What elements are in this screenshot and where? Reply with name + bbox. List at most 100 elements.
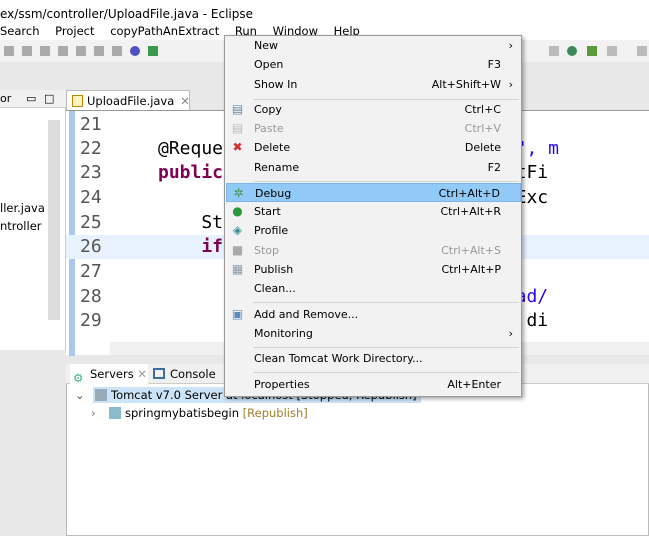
- menu-item-shortcut: F2: [487, 161, 501, 174]
- context-menu: New › Open F3 Show In Alt+Shift+W › ▤ Copy Ctrl+C…: [224, 35, 522, 397]
- tab-label: or: [0, 92, 12, 105]
- menu-item-label: Monitoring: [254, 327, 313, 340]
- menu-project[interactable]: Project: [55, 24, 94, 38]
- stop-icon: ■: [231, 243, 244, 257]
- menu-item-properties[interactable]: Properties Alt+Enter: [226, 375, 521, 394]
- tab-uploadfile[interactable]: UploadFile.java ✕: [66, 90, 190, 110]
- menu-item-start[interactable]: ● Start Ctrl+Alt+R: [226, 202, 521, 221]
- menu-item-label: Clean...: [254, 282, 296, 295]
- menu-item-label: Paste: [254, 122, 284, 135]
- tab-servers[interactable]: ⚙ Servers ✕: [70, 364, 148, 385]
- scrollbar[interactable]: [48, 120, 60, 320]
- menu-item-label: Clean Tomcat Work Directory...: [254, 352, 423, 365]
- module-label: springmybatisbegin: [125, 406, 240, 420]
- tab-console[interactable]: Console: [150, 364, 216, 384]
- copy-icon: ▤: [231, 102, 244, 116]
- menu-item-monitoring[interactable]: Monitoring ›: [226, 324, 521, 343]
- expand-chevron-icon[interactable]: ›: [91, 405, 96, 421]
- menu-item-shortcut: Ctrl+V: [464, 122, 501, 135]
- menu-separator: [253, 181, 519, 182]
- menu-item-delete[interactable]: ✖ Delete Delete: [226, 138, 521, 157]
- expand-chevron-icon[interactable]: ⌄: [75, 387, 85, 403]
- close-icon[interactable]: ✕: [180, 94, 190, 108]
- minimize-icon[interactable]: ▭: [26, 90, 36, 108]
- menu-item-label: Publish: [254, 263, 294, 276]
- toolbar-icon[interactable]: [22, 46, 32, 56]
- java-file-icon: [72, 95, 83, 107]
- toolbar-icon[interactable]: [549, 46, 559, 56]
- tab-label: Console: [170, 367, 216, 381]
- toolbar-icon[interactable]: [587, 46, 597, 56]
- delete-icon: ✖: [232, 140, 243, 154]
- menu-item-label: Rename: [254, 161, 300, 174]
- toolbar-icon[interactable]: [112, 46, 122, 56]
- submenu-arrow-icon: ›: [508, 39, 513, 52]
- submenu-arrow-icon: ›: [508, 327, 513, 340]
- close-icon[interactable]: ✕: [137, 367, 147, 381]
- toolbar-icon[interactable]: [58, 46, 68, 56]
- menu-item-label: Open: [254, 58, 284, 71]
- menu-item-label: New: [254, 39, 278, 52]
- servers-icon: ⚙: [73, 371, 84, 385]
- maximize-icon[interactable]: □: [44, 90, 54, 108]
- start-icon: ●: [232, 204, 243, 218]
- menu-item-open[interactable]: Open F3: [226, 55, 521, 74]
- menu-item-debug[interactable]: ✲ Debug Ctrl+Alt+D: [226, 183, 521, 202]
- tree-item[interactable]: ntroller: [0, 218, 42, 234]
- menu-item-publish[interactable]: ▦ Publish Ctrl+Alt+P: [226, 260, 521, 279]
- line-number: 22: [80, 138, 102, 159]
- menu-item-label: Copy: [254, 103, 282, 116]
- debug-icon[interactable]: [148, 46, 158, 56]
- tree-item[interactable]: ller.java: [0, 200, 45, 216]
- line-number: 29: [80, 310, 102, 331]
- tab-label: UploadFile.java: [87, 94, 175, 108]
- menu-item-copy[interactable]: ▤ Copy Ctrl+C: [226, 100, 521, 119]
- menu-item-shortcut: F3: [487, 58, 501, 71]
- code-token: St: [158, 212, 224, 233]
- toolbar-icon[interactable]: [637, 46, 647, 56]
- menu-item-label: Debug: [255, 187, 292, 200]
- module-icon: [109, 407, 121, 419]
- menu-search[interactable]: Search: [0, 24, 40, 38]
- toolbar-icon[interactable]: [76, 46, 86, 56]
- explorer-tab[interactable]: or ▭ □: [0, 90, 66, 108]
- menu-item-stop[interactable]: ■ Stop Ctrl+Alt+S: [226, 241, 521, 260]
- menu-item-new[interactable]: New ›: [226, 36, 521, 55]
- menu-item-add-and-remove[interactable]: ▣ Add and Remove...: [226, 305, 521, 324]
- menu-item-label: Stop: [254, 244, 280, 257]
- menu-separator: [253, 372, 519, 373]
- code-text: if: [158, 235, 223, 259]
- code-token: if: [158, 236, 224, 257]
- line-number: 23: [80, 162, 102, 183]
- publish-icon: ▦: [231, 262, 244, 276]
- add-remove-icon: ▣: [231, 307, 244, 321]
- menu-item-paste[interactable]: ▤ Paste Ctrl+V: [226, 119, 521, 138]
- menu-item-shortcut: Alt+Shift+W: [431, 78, 501, 91]
- menu-item-label: Show In: [254, 78, 298, 91]
- menu-item-label: Delete: [254, 141, 291, 154]
- line-number: 27: [80, 261, 102, 282]
- menu-copypath[interactable]: copyPathAnExtract: [110, 24, 219, 38]
- menu-separator: [253, 347, 519, 348]
- toolbar-icon[interactable]: [94, 46, 104, 56]
- toolbar-icon[interactable]: [40, 46, 50, 56]
- menu-item-shortcut: Ctrl+C: [464, 103, 501, 116]
- explorer-panel: ller.java ntroller: [0, 90, 66, 350]
- profile-icon: ◈: [232, 223, 243, 237]
- globe-icon[interactable]: [567, 46, 577, 56]
- menu-item-shortcut: Ctrl+Alt+S: [441, 244, 501, 257]
- menu-item-label: Add and Remove...: [254, 308, 359, 321]
- toolbar-icon[interactable]: [607, 46, 617, 56]
- menu-item-profile[interactable]: ◈ Profile: [226, 221, 521, 240]
- menu-item-rename[interactable]: Rename F2: [226, 158, 521, 177]
- line-number: 28: [80, 286, 102, 307]
- menu-item-clean[interactable]: Clean...: [226, 279, 521, 298]
- menu-item-show-in[interactable]: Show In Alt+Shift+W ›: [226, 75, 521, 94]
- menu-item-shortcut: Alt+Enter: [447, 378, 501, 391]
- line-number: 24: [80, 187, 102, 208]
- module-item[interactable]: springmybatisbegin [Republish]: [107, 405, 308, 421]
- toolbar-icon[interactable]: [4, 46, 14, 56]
- globe-icon[interactable]: [130, 46, 140, 56]
- menu-item-label: Profile: [254, 224, 289, 237]
- menu-item-clean-tomcat-work-directory[interactable]: Clean Tomcat Work Directory...: [226, 349, 521, 368]
